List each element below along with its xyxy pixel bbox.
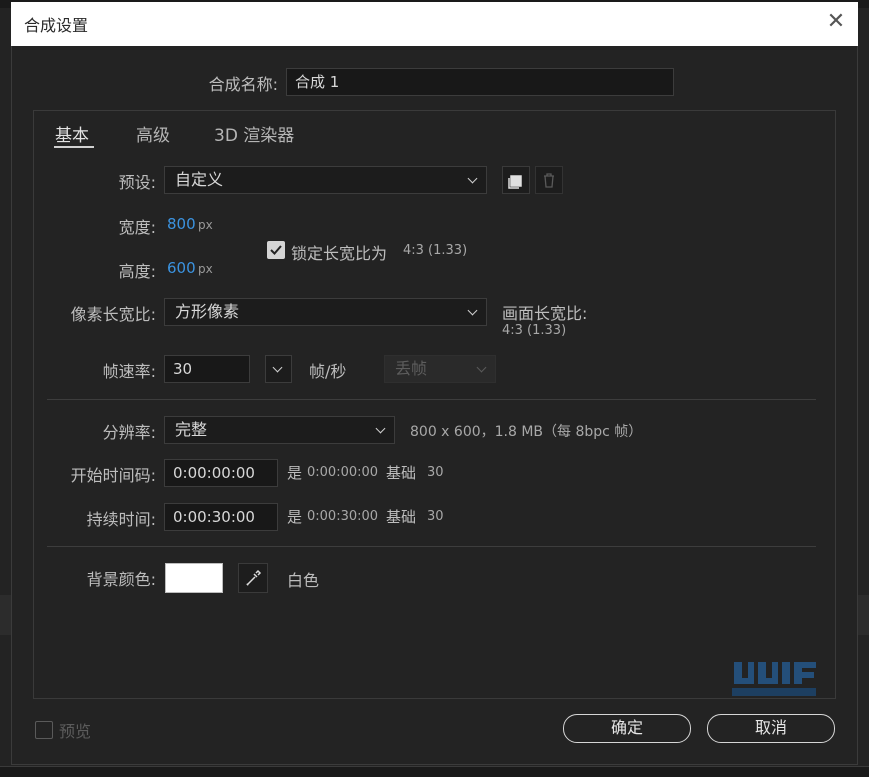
divider [47,399,816,400]
chevron-down-icon [273,356,283,382]
chevron-down-icon [376,417,386,443]
composition-name-label: 合成名称: [208,75,278,94]
composition-name-input[interactable]: 合成 1 [286,68,674,96]
checkmark-icon [270,245,282,255]
width-value[interactable]: 800 [167,215,196,233]
background-left-edge [0,595,11,635]
background-right-edge [858,595,869,635]
dialog-title: 合成设置 [24,16,89,35]
bg-color-swatch[interactable] [165,563,223,593]
fps-input[interactable]: 30 [164,355,250,383]
ok-button[interactable]: 确定 [563,714,691,743]
watermark-logo [730,658,820,702]
tab-3d-renderer[interactable]: 3D 渲染器 [214,121,294,146]
start-timecode-info: 0:00:00:00 [307,465,379,480]
fps-label: 帧速率: [102,362,156,381]
close-icon[interactable]: ✕ [826,10,846,34]
save-preset-icon [508,175,522,189]
preview-checkbox[interactable] [35,721,53,739]
lock-aspect-ratio: 4:3 (1.33) [403,243,468,258]
resolution-dropdown[interactable]: 完整 [164,416,395,444]
width-label: 宽度: [118,218,156,237]
chevron-down-icon [468,167,478,193]
duration-is: 是 [287,508,303,526]
frame-aspect-value: 4:3 (1.33) [502,323,567,338]
preview-label[interactable]: 预览 [59,718,91,742]
resolution-value: 完整 [175,420,208,439]
dialog-titlebar [11,2,858,46]
width-unit: px [198,218,213,232]
eyedropper-icon [246,569,262,586]
save-preset-button[interactable] [502,166,530,194]
height-value[interactable]: 600 [167,259,196,277]
cancel-button[interactable]: 取消 [707,714,835,743]
start-timecode-input[interactable]: 0:00:00:00 [164,459,278,487]
lock-aspect-label[interactable]: 锁定长宽比为 [291,240,387,264]
chevron-down-icon [468,299,478,325]
eyedropper-button[interactable] [238,563,268,593]
start-timecode-base-label: 基础 [386,464,417,482]
preset-label: 预设: [118,173,156,192]
height-unit: px [198,262,213,276]
duration-base: 30 [427,509,444,524]
settings-panel [33,110,836,699]
lock-aspect-checkbox[interactable] [267,241,285,259]
tab-basic[interactable]: 基本 [55,121,89,146]
frame-aspect-label: 画面长宽比: [502,304,588,323]
bg-color-label: 背景颜色: [86,570,156,589]
resolution-label: 分辨率: [102,423,156,442]
preset-value: 自定义 [175,170,224,189]
duration-input[interactable]: 0:00:30:00 [164,503,278,531]
pixel-aspect-label: 像素长宽比: [70,305,156,324]
tab-active-underline [54,146,94,148]
drop-frame-dropdown: 丢帧 [384,355,496,383]
duration-base-label: 基础 [386,508,417,526]
tab-advanced[interactable]: 高级 [136,121,170,146]
pixel-aspect-value: 方形像素 [175,302,240,321]
duration-label: 持续时间: [86,510,156,529]
trash-icon [544,173,554,188]
bg-color-name: 白色 [287,571,320,590]
height-label: 高度: [118,262,156,281]
preset-dropdown[interactable]: 自定义 [164,166,487,194]
duration-info: 0:00:30:00 [307,509,379,524]
start-timecode-base: 30 [427,465,444,480]
drop-frame-value: 丢帧 [395,359,428,378]
delete-preset-button[interactable] [535,166,563,194]
watermark-logo-icon [732,662,816,696]
start-timecode-is: 是 [287,464,303,482]
chevron-down-icon [477,356,487,382]
resolution-info: 800 x 600，1.8 MB（每 8bpc 帧） [410,424,643,440]
start-timecode-label: 开始时间码: [70,466,156,485]
divider [47,546,816,547]
background-bottom-strip [0,766,869,777]
fps-preset-dropdown[interactable] [265,355,292,383]
pixel-aspect-dropdown[interactable]: 方形像素 [164,298,487,326]
fps-unit: 帧/秒 [309,362,347,381]
